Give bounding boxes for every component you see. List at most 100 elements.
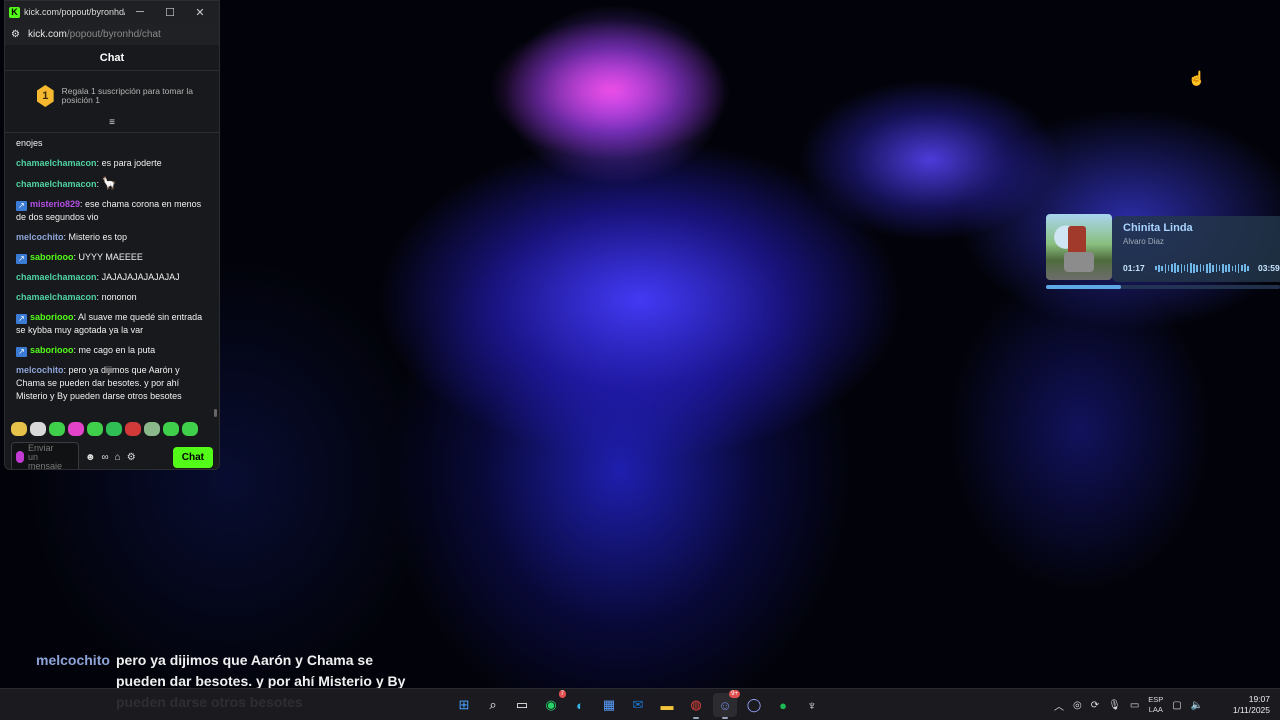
microphone-icon[interactable]: 🎙 (1108, 700, 1121, 711)
display-icon[interactable]: ▢ (1172, 700, 1181, 711)
chat-message: chamaelchamacon: 🦙 (16, 176, 117, 190)
keyboard-icon[interactable]: ▭ (1130, 700, 1139, 711)
chat-username[interactable]: saboriooo (30, 312, 74, 322)
track-artist: Alvaro Diaz (1123, 237, 1164, 246)
discord-badge: 9+ (729, 690, 740, 698)
volume-icon[interactable]: 🔈 (1191, 700, 1203, 711)
infinity-icon[interactable]: ∞ (102, 452, 109, 463)
close-button[interactable]: ✕ (185, 6, 215, 19)
system-tray: ︿ ◎ ⟳ 🎙 ▭ ESP LAA ▢ 🔈 (1054, 689, 1203, 720)
emote-icon[interactable] (163, 422, 179, 436)
chat-username[interactable]: misterio829 (30, 199, 80, 209)
outlook-icon[interactable]: ✉ (626, 693, 650, 717)
maximize-button[interactable]: ☐ (155, 6, 185, 19)
emote-icon[interactable] (49, 422, 65, 436)
emote-icon[interactable] (68, 422, 84, 436)
chat-input-placeholder: Enviar un mensaje (28, 442, 63, 470)
emote-icon[interactable] (125, 422, 141, 436)
hand-cursor-icon: ☝ (1188, 70, 1206, 86)
emote-icon[interactable] (11, 422, 27, 436)
clock[interactable]: 19:07 1/11/2025 (1233, 694, 1270, 716)
chat-text: UYYY MAEEEE (78, 252, 143, 262)
chat-username[interactable]: chamaelchamacon (16, 158, 97, 168)
app-icon[interactable]: ♆ (800, 693, 824, 717)
spotify-icon[interactable]: ● (771, 693, 795, 717)
emote-bar (5, 419, 219, 439)
now-playing-widget: Chinita Linda Alvaro Diaz 01:17 03:59 (1046, 214, 1280, 290)
chat-username[interactable]: saboriooo (30, 345, 74, 355)
store-icon[interactable]: ▦ (597, 693, 621, 717)
emote-icon[interactable] (106, 422, 122, 436)
sub-badge-icon: ↗ (16, 201, 27, 211)
chat-message: ↗ misterio829: ese chama corona en menos … (16, 199, 202, 222)
chat-username[interactable]: melcochito (16, 365, 64, 375)
chat-input[interactable]: Enviar un mensaje (11, 442, 79, 470)
chat-username[interactable]: saboriooo (30, 252, 74, 262)
chat-send-button[interactable]: Chat (172, 446, 213, 468)
whatsapp-icon[interactable]: ◉ 7 (539, 690, 566, 717)
emote-icon[interactable] (30, 422, 46, 436)
language-indicator[interactable]: ESP LAA (1148, 695, 1163, 715)
chat-text: nononon (101, 292, 137, 302)
emote-icon: 🦙 (101, 176, 117, 190)
track-title: Chinita Linda (1123, 222, 1193, 234)
chat-text: me cago en la puta (78, 345, 156, 355)
discord-icon[interactable]: ☺ 9+ (713, 690, 740, 719)
chat-input-row: Enviar un mensaje ☻ ∞ ⌂ ⚙ Chat (5, 439, 219, 470)
chevron-up-icon[interactable]: ︿ (1054, 698, 1064, 713)
tray-app-icon[interactable]: ◎ (1073, 700, 1082, 711)
chrome-icon[interactable]: ◍ (684, 693, 708, 719)
search-icon[interactable]: ⌕ (481, 693, 505, 717)
sub-gift-banner[interactable]: 1 Regala 1 suscripción para tomar la pos… (5, 71, 219, 117)
emote-icon[interactable] (144, 422, 160, 436)
track-elapsed: 01:17 (1123, 263, 1145, 273)
track-progress-bar (1046, 285, 1280, 289)
edge-icon[interactable]: ◐ (568, 693, 592, 717)
clock-date: 1/11/2025 (1232, 705, 1270, 715)
minimize-button[interactable]: ─ (125, 6, 155, 18)
chat-text: JAJAJAJAJAJAJAJ (101, 272, 180, 282)
chat-header: Chat (5, 45, 219, 71)
app-icon[interactable]: ◯ (742, 693, 766, 717)
chat-username[interactable]: chamaelchamacon (16, 272, 97, 282)
window-title: kick.com/popout/byronhd/c... (24, 7, 125, 17)
settings-gear-icon[interactable]: ⚙ (127, 452, 136, 463)
chat-message: melcochito: Misterio es top (16, 232, 128, 242)
chat-message: ↗ saboriooo: me cago en la puta (16, 344, 209, 357)
chat-message: chamaelchamacon: JAJAJAJAJAJAJAJ (16, 272, 180, 282)
whatsapp-badge: 7 (558, 690, 566, 698)
emote-icon[interactable] (87, 422, 103, 436)
track-progress-fill (1046, 285, 1121, 289)
task-view-icon[interactable]: ▭ (510, 693, 534, 717)
chat-username[interactable]: melcochito (16, 232, 64, 242)
chat-username[interactable]: chamaelchamacon (16, 179, 97, 189)
chat-username[interactable]: chamaelchamacon (16, 292, 97, 302)
chat-text: es para joderte (101, 158, 162, 168)
chat-scrollbar[interactable] (214, 409, 217, 417)
sub-gift-text: Regala 1 suscripción para tomar la posic… (61, 86, 194, 105)
scroll-to-bottom-icon[interactable]: ≡ (5, 117, 219, 133)
sub-badge-icon: ↗ (16, 254, 27, 264)
rank-badge-icon: 1 (37, 85, 54, 107)
taskbar: ⊞ ⌕ ▭ ◉ 7 ◐ ▦ ✉ ▬ ◍ ☺ 9+ ◯ ● ♆ ︿ ◎ ⟳ 🎙 ▭ E… (0, 688, 1280, 720)
chat-message: chamaelchamacon: es para joderte (16, 158, 162, 168)
sync-icon[interactable]: ⟳ (1091, 700, 1099, 711)
window-titlebar: K kick.com/popout/byronhd/c... ─ ☐ ✕ (5, 1, 219, 23)
kick-logo-icon: K (9, 6, 20, 18)
site-settings-icon[interactable]: ⚙ (11, 29, 20, 40)
overlay-username: melcochito (36, 652, 110, 668)
emote-icon[interactable] (182, 422, 198, 436)
microphone-icon[interactable] (16, 451, 24, 463)
start-windows-icon[interactable]: ⊞ (452, 693, 476, 717)
address-bar[interactable]: ⚙ kick.com/popout/byronhd/chat (5, 23, 219, 45)
sub-badge-icon: ↗ (16, 314, 27, 324)
album-cover (1046, 214, 1112, 280)
sub-badge-icon: ↗ (16, 347, 27, 357)
store-icon[interactable]: ⌂ (115, 452, 121, 463)
file-explorer-icon[interactable]: ▬ (655, 693, 679, 717)
chat-message: ↗ saboriooo: UYYY MAEEEE (16, 251, 209, 264)
chat-message: chamaelchamacon: nononon (16, 292, 137, 302)
emote-picker-icon[interactable]: ☻ (85, 452, 96, 463)
chat-popout-window: K kick.com/popout/byronhd/c... ─ ☐ ✕ ⚙ k… (4, 0, 220, 470)
chat-message: melcochito: pero ya dijimos que Aarón y … (16, 365, 182, 401)
